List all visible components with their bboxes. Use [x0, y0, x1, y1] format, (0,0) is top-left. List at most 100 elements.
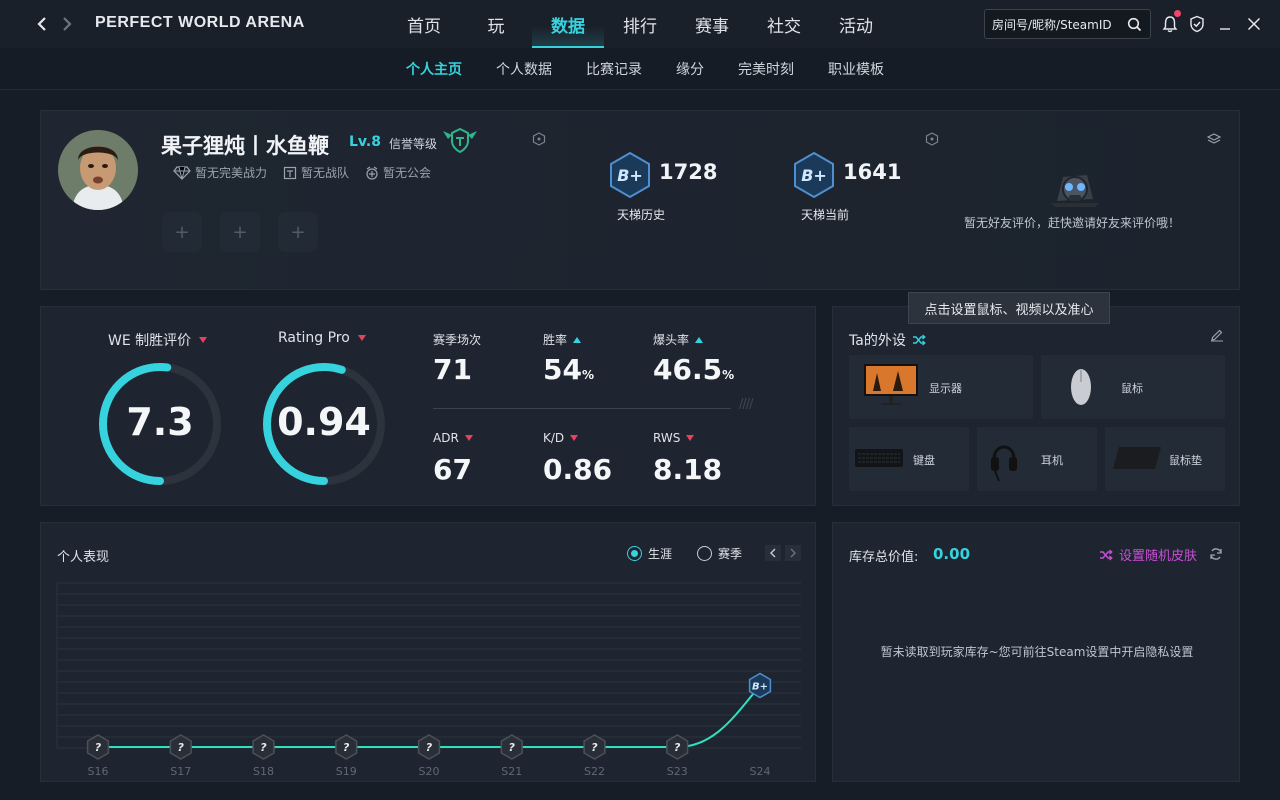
minimize-icon[interactable] — [1215, 14, 1235, 34]
down-triangle-icon — [199, 337, 208, 343]
subtab-moments[interactable]: 完美时刻 — [728, 48, 804, 90]
tag-guild-label: 暂无公会 — [383, 166, 432, 180]
down-triangle-icon — [686, 435, 695, 441]
headshot-rate-label: 爆头率 — [653, 331, 704, 348]
inventory-value-label: 库存总价值: — [849, 550, 919, 565]
sub-tabs: 个人主页 个人数据 比赛记录 缘分 完美时刻 职业模板 — [396, 48, 908, 90]
x-tick-label: S23 — [667, 765, 688, 778]
profile-panel: 果子狸炖丨水鱼鞭 Lv.8 信誉等级 暂无完美战力 暂无战队 暂无公会 + + … — [40, 110, 1240, 290]
rws-label-text: RWS — [653, 431, 681, 445]
random-skin-button[interactable]: 设置随机皮肤 — [1099, 545, 1197, 564]
tab-social[interactable]: 社交 — [748, 0, 820, 48]
data-point-label: ? — [343, 741, 350, 754]
refresh-icon[interactable] — [1209, 547, 1223, 561]
kd-label-text: K/D — [543, 431, 565, 445]
avatar[interactable] — [58, 130, 138, 210]
win-rate-value: 54% — [543, 353, 594, 386]
adr-label-text: ADR — [433, 431, 459, 445]
mousepad-icon — [1113, 447, 1161, 469]
main-nav: 首页 玩 数据 排行 赛事 社交 活动 — [388, 0, 892, 48]
win-rate-unit: % — [581, 368, 594, 382]
x-tick-label: S18 — [253, 765, 274, 778]
rank-history-label: 天梯历史 — [617, 208, 666, 222]
credit-level-icon[interactable] — [441, 127, 479, 159]
inventory-panel: 库存总价值: 0.00 设置随机皮肤 暂未读取到玩家库存~您可前往Steam设置… — [832, 522, 1240, 782]
down-triangle-icon — [570, 435, 579, 441]
shuffle-icon[interactable] — [912, 334, 926, 346]
gear-mouse-label: 鼠标 — [1121, 382, 1143, 395]
headshot-rate-label-text: 爆头率 — [653, 333, 690, 347]
data-point-label: ? — [674, 741, 681, 754]
gear-mousepad-label: 鼠标垫 — [1169, 454, 1202, 467]
gear-monitor-label: 显示器 — [929, 382, 962, 395]
season-matches-label-text: 赛季场次 — [433, 333, 482, 347]
tab-data-label: 数据 — [551, 16, 585, 37]
rank-current-label: 天梯当前 — [801, 208, 850, 222]
tag-team: 暂无战队 — [283, 164, 349, 181]
tab-data[interactable]: 数据 — [532, 0, 604, 48]
forward-arrow-icon[interactable] — [59, 14, 75, 34]
tab-events[interactable]: 赛事 — [676, 0, 748, 48]
badge-slot-3[interactable]: + — [278, 212, 318, 252]
tab-activity[interactable]: 活动 — [820, 0, 892, 48]
shuffle-icon — [1100, 549, 1113, 560]
rank-history-badge-text: B+ — [617, 166, 643, 185]
season-matches-value: 71 — [433, 353, 472, 386]
gear-mousepad[interactable]: 鼠标垫 — [1105, 427, 1225, 491]
gear-keyboard[interactable]: 键盘 — [849, 427, 969, 491]
credit-level-label: 信誉等级 — [389, 137, 438, 151]
friend-review-note: 暂无好友评价，赶快邀请好友来评价哦！ — [964, 216, 1181, 230]
random-skin-label: 设置随机皮肤 — [1119, 549, 1198, 564]
tab-play[interactable]: 玩 — [460, 0, 532, 48]
diamond-icon — [173, 165, 191, 180]
subtab-personal-data[interactable]: 个人数据 — [486, 48, 562, 90]
kd-value: 0.86 — [543, 453, 613, 486]
x-tick-label: S19 — [336, 765, 357, 778]
gear-headset[interactable]: 耳机 — [977, 427, 1097, 491]
stats-divider — [433, 408, 731, 409]
decorative-slashes: //// — [739, 397, 753, 412]
headshot-rate-value: 46.5% — [653, 353, 734, 386]
we-rating-value: 7.3 — [126, 400, 194, 444]
subtab-pro-templates[interactable]: 职业模板 — [818, 48, 894, 90]
we-rating-title[interactable]: WE 制胜评价 — [108, 330, 208, 350]
tab-ranking[interactable]: 排行 — [604, 0, 676, 48]
inventory-empty-note: 暂未读取到玩家库存~您可前往Steam设置中开启隐私设置 — [880, 645, 1194, 659]
bell-icon[interactable] — [1160, 14, 1180, 34]
search-input[interactable] — [992, 16, 1124, 34]
subtab-fate[interactable]: 缘分 — [666, 48, 714, 90]
rank-current-badge-icon: B+ — [791, 151, 837, 203]
data-point-label: ? — [178, 741, 185, 754]
search-icon[interactable] — [1127, 17, 1142, 36]
up-triangle-icon — [695, 336, 704, 343]
gear-panel: Ta的外设 显示器 鼠标 键盘 耳机 鼠标垫 — [832, 306, 1240, 506]
subtab-profile[interactable]: 个人主页 — [396, 48, 472, 90]
data-point-label: ? — [260, 741, 267, 754]
edit-pencil-icon[interactable] — [1210, 328, 1224, 342]
tag-power-label: 暂无完美战力 — [195, 166, 268, 180]
shield-check-icon[interactable] — [1187, 14, 1207, 34]
data-point-label: ? — [591, 741, 598, 754]
info-hex-icon[interactable] — [532, 131, 546, 150]
gear-keyboard-label: 键盘 — [913, 454, 935, 467]
gear-monitor[interactable]: 显示器 — [849, 355, 1033, 419]
gear-mouse[interactable]: 鼠标 — [1041, 355, 1225, 419]
tab-home[interactable]: 首页 — [388, 0, 460, 48]
back-arrow-icon[interactable] — [34, 14, 50, 34]
rating-pro-value: 0.94 — [277, 400, 371, 444]
tag-team-label: 暂无战队 — [301, 166, 350, 180]
x-tick-label: S24 — [750, 765, 771, 778]
close-icon[interactable] — [1244, 14, 1264, 34]
stats-panel: WE 制胜评价 7.3 Rating Pro 0.94 赛季场次 71 胜率 5… — [40, 306, 816, 506]
monitor-icon — [864, 364, 918, 405]
badge-slot-2[interactable]: + — [220, 212, 260, 252]
rating-pro-title[interactable]: Rating Pro — [278, 330, 366, 346]
x-tick-label: S22 — [584, 765, 605, 778]
badge-slot-1[interactable]: + — [162, 212, 202, 252]
layers-icon[interactable] — [1206, 131, 1222, 150]
subtab-match-history[interactable]: 比赛记录 — [576, 48, 652, 90]
data-point-label: ? — [95, 741, 102, 754]
inventory-value: 0.00 — [933, 545, 971, 563]
info-hex-icon-2[interactable] — [925, 131, 939, 150]
rank-current-value: 1641 — [843, 160, 902, 184]
